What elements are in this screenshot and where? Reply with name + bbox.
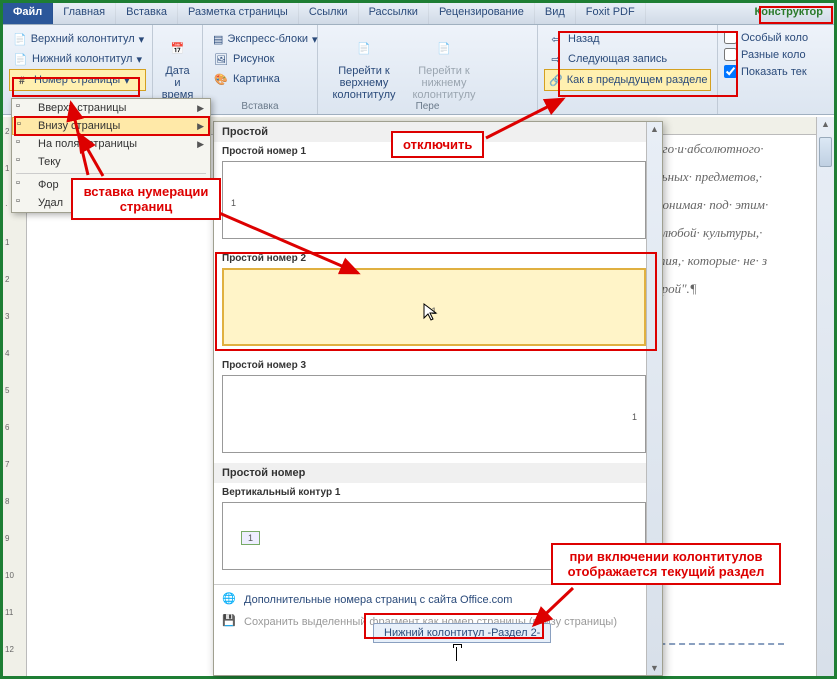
- vertical-scrollbar[interactable]: [816, 117, 834, 676]
- page-number-label: Номер страницы: [34, 74, 120, 86]
- gallery-scrollbar[interactable]: [646, 122, 662, 675]
- annotation-label-insert-numbering: вставка нумерации страниц: [71, 178, 221, 220]
- menu-label: Теку: [38, 156, 61, 168]
- preview-number: 1: [431, 306, 436, 316]
- link-prev-label: Как в предыдущем разделе: [567, 74, 708, 86]
- gallery-item-title: Вертикальный контур 1: [222, 485, 654, 500]
- remove-icon: ▫: [16, 195, 32, 211]
- submenu-arrow-icon: ▶: [197, 103, 204, 114]
- clipart-icon: 🎨: [213, 71, 229, 87]
- next-label: Следующая запись: [568, 53, 667, 65]
- picture-icon: 🖼: [213, 51, 229, 67]
- header-button[interactable]: 📄 Верхний колонтитул ▾: [9, 29, 146, 49]
- preview-number: 1: [632, 412, 637, 422]
- scrollbar-thumb[interactable]: [819, 137, 832, 167]
- express-label: Экспресс-блоки: [227, 33, 308, 45]
- calendar-icon: 📅: [162, 33, 194, 65]
- tab-page-layout[interactable]: Разметка страницы: [178, 3, 299, 24]
- gallery-section-plain-num: Простой номер: [214, 463, 662, 483]
- next-icon: ⇨: [548, 51, 564, 67]
- page-number-button[interactable]: #️ Номер страницы ▾: [9, 69, 146, 91]
- tab-file[interactable]: Файл: [3, 3, 53, 24]
- ribbon-tabs: Файл Главная Вставка Разметка страницы С…: [3, 3, 834, 25]
- goto-footer-icon: 📄: [428, 33, 460, 65]
- link-to-previous-button[interactable]: 🔗 Как в предыдущем разделе: [544, 69, 711, 91]
- page-top-icon: ▫: [16, 100, 32, 116]
- goto-header-label: Перейти к верхнему колонтитулу: [332, 65, 396, 101]
- annotation-label-footer-section: при включении колонтитулов отображается …: [551, 543, 781, 585]
- preview-number: 1: [241, 531, 260, 545]
- gallery-more-office[interactable]: 🌐 Дополнительные номера страниц с сайта …: [222, 589, 654, 611]
- blocks-icon: ▤: [213, 31, 223, 47]
- more-label: Дополнительные номера страниц с сайта Of…: [244, 594, 512, 606]
- gallery-item-title: Простой номер 3: [222, 358, 654, 373]
- show-document-text-checkbox[interactable]: Показать тек: [724, 63, 822, 80]
- date-time-label: Дата и время: [162, 65, 194, 101]
- tab-view[interactable]: Вид: [535, 3, 576, 24]
- current-icon: ▫: [16, 154, 32, 170]
- tab-mailings[interactable]: Рассылки: [359, 3, 429, 24]
- footer-label: Нижний колонтитул: [32, 53, 132, 65]
- back-icon: ⇦: [548, 31, 564, 47]
- menu-top-of-page[interactable]: ▫ Вверху страницы ▶: [12, 99, 210, 117]
- footer-button[interactable]: 📄 Нижний колонтитул ▾: [9, 49, 146, 69]
- annotation-label-disable: отключить: [391, 131, 484, 158]
- tab-home[interactable]: Главная: [53, 3, 116, 24]
- gallery-item-plain3[interactable]: Простой номер 3 1: [214, 356, 662, 463]
- goto-header-icon: 📄: [348, 33, 380, 65]
- annotation-arrow: [528, 583, 578, 633]
- page-bottom-icon: ▫: [17, 118, 33, 134]
- header-icon: 📄: [13, 31, 27, 47]
- annotation-arrow: [481, 93, 571, 143]
- dropdown-arrow-icon: ▾: [139, 33, 145, 46]
- save-icon: 💾: [222, 614, 238, 630]
- footer-section-tab: Нижний колонтитул -Раздел 2-: [373, 623, 551, 643]
- annotation-arrow: [73, 128, 113, 178]
- menu-label: Фор: [38, 179, 59, 191]
- different-odd-even-checkbox[interactable]: Разные коло: [724, 46, 822, 63]
- dropdown-arrow-icon: ▾: [312, 33, 318, 46]
- tab-insert[interactable]: Вставка: [116, 3, 178, 24]
- tab-references[interactable]: Ссылки: [299, 3, 359, 24]
- tab-review[interactable]: Рецензирование: [429, 3, 535, 24]
- clipart-label: Картинка: [233, 73, 280, 85]
- link-icon: 🔗: [549, 72, 563, 88]
- text-cursor: [456, 647, 457, 661]
- date-time-button[interactable]: 📅 Дата и время: [159, 29, 196, 105]
- header-label: Верхний колонтитул: [31, 33, 135, 45]
- tab-foxit[interactable]: Foxit PDF: [576, 3, 646, 24]
- goto-footer-button: 📄 Перейти к нижнему колонтитулу: [404, 29, 484, 105]
- menu-label: Удал: [38, 197, 63, 209]
- check-label: Показать тек: [741, 66, 807, 78]
- clipart-button[interactable]: 🎨 Картинка: [209, 69, 311, 89]
- office-icon: 🌐: [222, 592, 238, 608]
- check-label: Разные коло: [741, 49, 806, 61]
- check-label: Особый коло: [741, 32, 808, 44]
- page-margins-icon: ▫: [16, 136, 32, 152]
- picture-label: Рисунок: [233, 53, 275, 65]
- submenu-arrow-icon: ▶: [197, 139, 204, 150]
- goto-header-button[interactable]: 📄 Перейти к верхнему колонтитулу: [324, 29, 404, 105]
- page-number-icon: #️: [14, 72, 30, 88]
- express-blocks-button[interactable]: ▤ Экспресс-блоки ▾: [209, 29, 311, 49]
- dropdown-arrow-icon: ▾: [124, 74, 130, 87]
- different-first-page-checkbox[interactable]: Особый коло: [724, 29, 822, 46]
- back-label: Назад: [568, 33, 600, 45]
- dropdown-arrow-icon: ▾: [136, 53, 142, 66]
- goto-footer-label: Перейти к нижнему колонтитулу: [412, 65, 476, 101]
- format-icon: ▫: [16, 177, 32, 193]
- group-label-insert: Вставка: [203, 101, 317, 112]
- nav-back-button[interactable]: ⇦ Назад: [544, 29, 711, 49]
- next-record-button[interactable]: ⇨ Следующая запись: [544, 49, 711, 69]
- document-text: ого·и·абсолютного· льных· предметов,· по…: [656, 135, 816, 676]
- footer-icon: 📄: [13, 51, 28, 67]
- submenu-arrow-icon: ▶: [197, 121, 204, 132]
- picture-button[interactable]: 🖼 Рисунок: [209, 49, 311, 69]
- tab-constructor[interactable]: Конструктор: [745, 3, 834, 24]
